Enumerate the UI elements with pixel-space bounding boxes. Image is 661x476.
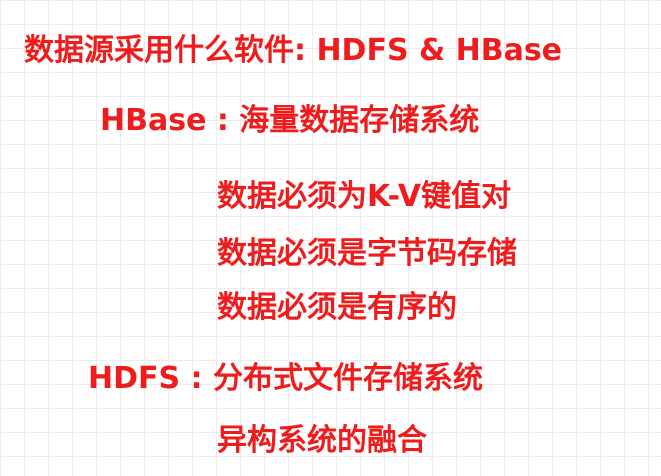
hbase-point-bytes: 数据必须是字节码存储 — [217, 236, 517, 271]
heterogeneous-fusion-point: 异构系统的融合 — [217, 423, 427, 458]
hbase-point-ordered: 数据必须是有序的 — [217, 290, 457, 325]
slide-title: 数据源采用什么软件: HDFS & HBase — [24, 33, 563, 68]
hbase-point-kv: 数据必须为K-V键值对 — [217, 179, 512, 214]
slide-canvas: 数据源采用什么软件: HDFS & HBase HBase : 海量数据存储系统… — [0, 0, 661, 476]
hbase-heading: HBase : 海量数据存储系统 — [100, 103, 480, 138]
hdfs-heading: HDFS : 分布式文件存储系统 — [88, 361, 483, 396]
